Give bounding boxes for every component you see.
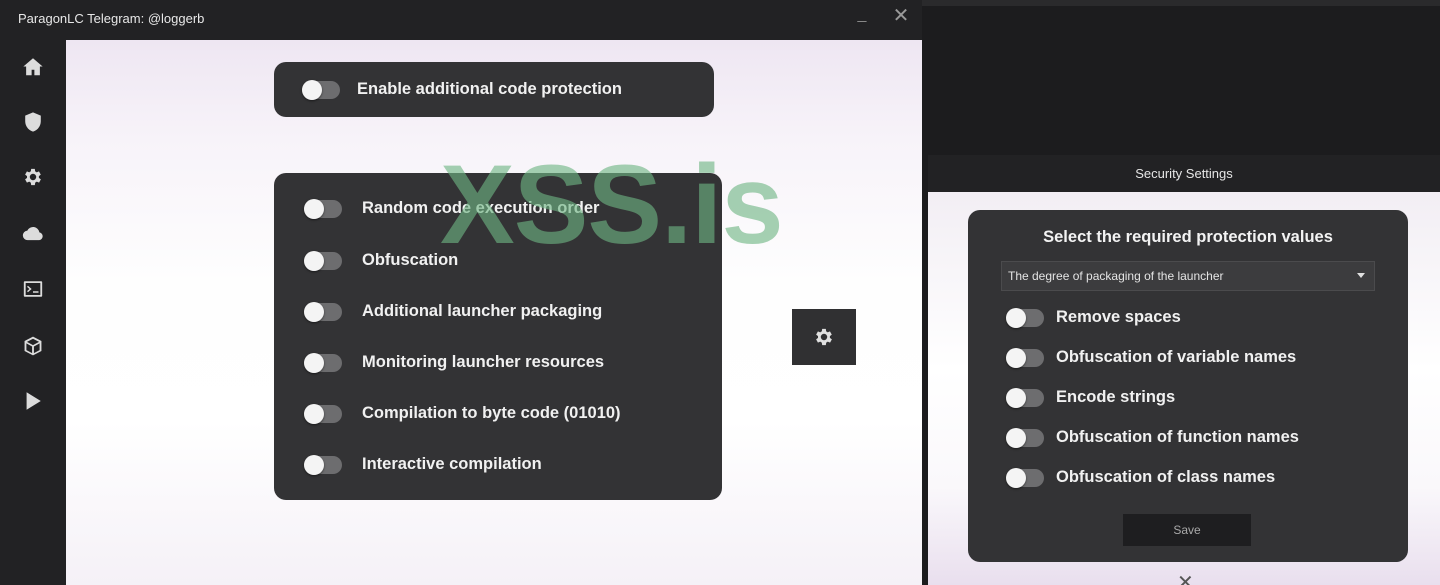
close-icon[interactable]: ✕ (1177, 570, 1194, 585)
option-label: Obfuscation of class names (1056, 468, 1276, 486)
home-icon (23, 58, 43, 76)
sidebar-item-package[interactable] (16, 329, 50, 363)
protection-options-card: Random code execution order Obfuscation … (274, 173, 722, 500)
sidebar-item-settings[interactable] (16, 160, 50, 194)
sidebar-item-terminal[interactable] (16, 272, 50, 306)
toggle-switch[interactable] (304, 250, 342, 271)
option-label: Obfuscation of function names (1056, 428, 1299, 446)
option-obfuscate-variable-names[interactable]: Obfuscation of variable names (1006, 347, 1297, 368)
security-settings-button[interactable] (792, 309, 856, 365)
option-label: Compilation to byte code (01010) (362, 404, 621, 422)
option-encode-strings[interactable]: Encode strings (1006, 387, 1176, 408)
sidebar-item-cloud[interactable] (16, 217, 50, 251)
sidebar-item-run[interactable] (16, 384, 50, 418)
toggle-knob (1006, 387, 1026, 408)
toggle-knob (1006, 427, 1026, 448)
app-title: ParagonLC Telegram: @loggerb (18, 11, 205, 26)
option-label: Interactive compilation (362, 455, 542, 473)
security-settings-content: Select the required protection values Th… (928, 192, 1440, 585)
option-monitoring-launcher-resources[interactable]: Monitoring launcher resources (304, 352, 605, 373)
packaging-degree-select[interactable]: The degree of packaging of the launcher (1001, 261, 1375, 291)
toggle-switch[interactable] (304, 301, 342, 322)
option-interactive-compilation[interactable]: Interactive compilation (304, 454, 542, 475)
toggle-switch[interactable] (1006, 467, 1044, 488)
option-label: Obfuscation (362, 251, 459, 269)
option-additional-launcher-packaging[interactable]: Additional launcher packaging (304, 301, 603, 322)
chevron-down-icon (1357, 273, 1365, 278)
gear-icon (816, 328, 832, 346)
option-label: Random code execution order (362, 199, 600, 217)
close-button[interactable]: ✕ (889, 4, 913, 30)
option-remove-spaces[interactable]: Remove spaces (1006, 307, 1181, 328)
minimize-button[interactable]: _ (850, 4, 874, 32)
toggle-knob (302, 79, 322, 100)
security-settings-window: Security Settings Select the required pr… (928, 155, 1440, 585)
option-label: Remove spaces (1056, 308, 1181, 326)
option-random-execution-order[interactable]: Random code execution order (304, 198, 600, 219)
enable-protection-toggle[interactable] (302, 79, 340, 100)
toggle-switch[interactable] (304, 454, 342, 475)
play-icon (26, 392, 41, 410)
option-obfuscate-class-names[interactable]: Obfuscation of class names (1006, 467, 1276, 488)
toggle-knob (1006, 347, 1026, 368)
option-label: Additional launcher packaging (362, 302, 603, 320)
toggle-knob (304, 250, 324, 271)
gear-icon (25, 168, 41, 186)
cloud-icon (22, 226, 43, 241)
toggle-knob (304, 198, 324, 219)
option-obfuscation[interactable]: Obfuscation (304, 250, 459, 271)
option-label: Encode strings (1056, 388, 1176, 406)
protection-panel: Enable additional code protection Random… (66, 40, 922, 585)
title-bar: ParagonLC Telegram: @loggerb _ ✕ (0, 0, 922, 40)
toggle-knob (304, 352, 324, 373)
select-value: The degree of packaging of the launcher (1008, 269, 1224, 283)
toggle-knob (304, 454, 324, 475)
toggle-switch[interactable] (1006, 387, 1044, 408)
protection-values-heading: Select the required protection values (1043, 228, 1333, 246)
sidebar-item-security[interactable] (16, 105, 50, 139)
enable-protection-card: Enable additional code protection (274, 62, 714, 117)
toggle-switch[interactable] (304, 403, 342, 424)
toggle-switch[interactable] (304, 352, 342, 373)
sidebar-item-home[interactable] (16, 50, 50, 84)
toggle-switch[interactable] (1006, 307, 1044, 328)
toggle-knob (1006, 307, 1026, 328)
enable-protection-label: Enable additional code protection (357, 80, 622, 98)
enable-protection-toggle-row[interactable]: Enable additional code protection (302, 79, 622, 100)
protection-values-card: Select the required protection values Th… (968, 210, 1408, 562)
background-window-border (922, 0, 1440, 6)
security-settings-title: Security Settings (1135, 166, 1233, 181)
toggle-switch[interactable] (1006, 427, 1044, 448)
toggle-knob (304, 403, 324, 424)
option-compilation-to-byte-code[interactable]: Compilation to byte code (01010) (304, 403, 621, 424)
shield-icon (25, 112, 41, 132)
toggle-knob (304, 301, 324, 322)
toggle-knob (1006, 467, 1026, 488)
toggle-switch[interactable] (1006, 347, 1044, 368)
cube-icon (24, 336, 42, 356)
sidebar (0, 40, 66, 585)
terminal-icon (23, 281, 43, 297)
save-button[interactable]: Save (1123, 514, 1251, 546)
option-label: Monitoring launcher resources (362, 353, 605, 371)
option-label: Obfuscation of variable names (1056, 348, 1297, 366)
option-obfuscate-function-names[interactable]: Obfuscation of function names (1006, 427, 1299, 448)
toggle-switch[interactable] (304, 198, 342, 219)
main-window: ParagonLC Telegram: @loggerb _ ✕ Enable … (0, 0, 922, 585)
